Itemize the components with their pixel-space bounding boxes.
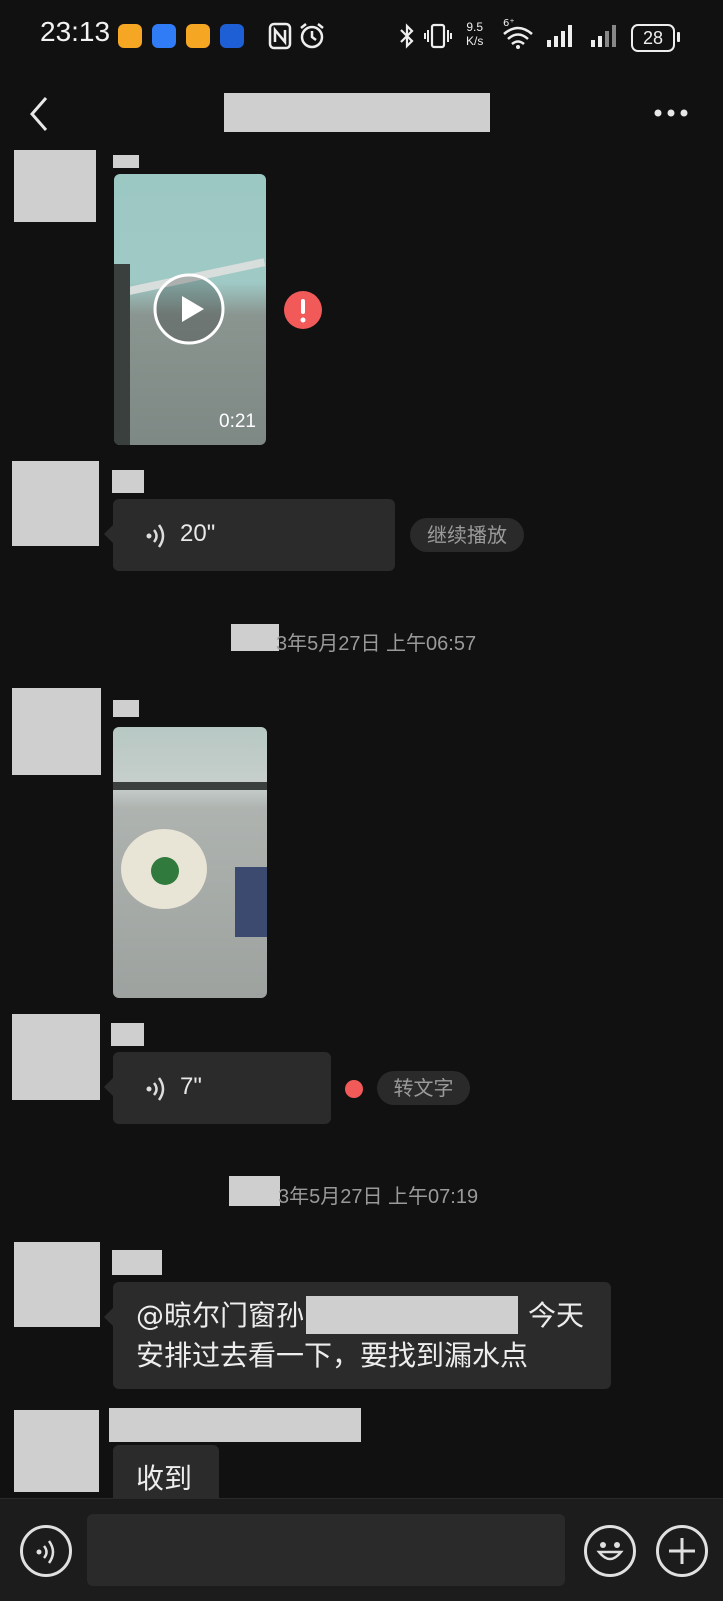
- timestamp: 3年5月27日 上午06:57: [276, 633, 477, 655]
- mention-redacted: [306, 1296, 518, 1334]
- chat-title-redacted: [224, 93, 490, 132]
- message-text-line1-end: 今天: [528, 1299, 585, 1332]
- avatar[interactable]: [14, 1242, 100, 1327]
- voice-wave-icon: [146, 1077, 165, 1101]
- avatar[interactable]: [14, 1410, 99, 1492]
- video-thumbnail-detail: [114, 264, 130, 445]
- sender-name-redacted: [111, 1023, 144, 1046]
- timestamp: 3年5月27日 上午07:19: [278, 1186, 479, 1208]
- network-speed: 9.5 K/s: [466, 20, 483, 48]
- app-notification-icon: [152, 24, 176, 48]
- more-functions-button[interactable]: [656, 1525, 708, 1577]
- bluetooth-icon: [400, 23, 414, 49]
- status-time: 23:13: [40, 16, 111, 47]
- play-icon[interactable]: [152, 272, 226, 346]
- alarm-icon: [300, 23, 324, 49]
- convert-to-text-button[interactable]: 转文字: [377, 1071, 470, 1105]
- emoji-button[interactable]: [584, 1525, 636, 1577]
- vibrate-icon: [424, 23, 452, 49]
- chat-header: [0, 72, 723, 154]
- timestamp-year-redacted: [229, 1176, 280, 1206]
- error-icon[interactable]: [283, 290, 323, 330]
- sender-name-redacted: [112, 470, 144, 493]
- voice-message[interactable]: 7": [104, 1052, 331, 1124]
- voice-mode-button[interactable]: [20, 1525, 72, 1577]
- message-text: 收到: [136, 1462, 193, 1495]
- sender-name-redacted: [113, 155, 139, 168]
- avatar[interactable]: [12, 461, 99, 546]
- sender-name-redacted: [109, 1408, 361, 1442]
- video-message[interactable]: [113, 727, 267, 998]
- plus-icon: [669, 1538, 695, 1564]
- avatar[interactable]: [14, 150, 96, 222]
- sender-name-redacted: [113, 700, 139, 717]
- video-thumbnail-detail: [151, 857, 179, 885]
- back-arrow-icon[interactable]: [26, 94, 52, 134]
- message-text-line1-start: @晾尔门窗孙: [136, 1299, 305, 1332]
- app-notification-icon: [118, 24, 142, 48]
- more-dots-icon[interactable]: [653, 108, 689, 118]
- battery-icon: 28: [631, 24, 675, 52]
- video-thumbnail-detail: [235, 867, 267, 937]
- video-duration: 0:21: [219, 411, 256, 432]
- message-text-line2: 安排过去看一下，要找到漏水点: [136, 1339, 529, 1372]
- voice-duration: 20": [180, 520, 216, 547]
- text-message[interactable]: @晾尔门窗孙 今天 安排过去看一下，要找到漏水点: [104, 1282, 611, 1389]
- signal-icon: [547, 25, 572, 47]
- network-speed-value: 9.5: [466, 20, 484, 34]
- wifi-label: 6⁺: [503, 18, 515, 29]
- battery-tip: [677, 32, 680, 42]
- avatar[interactable]: [12, 688, 101, 775]
- voice-wave-icon: [146, 524, 165, 548]
- unread-dot: [345, 1080, 363, 1098]
- sender-name-redacted: [112, 1250, 162, 1275]
- voice-message[interactable]: 20": [104, 499, 395, 571]
- video-message[interactable]: 0:21: [114, 174, 266, 445]
- avatar[interactable]: [12, 1014, 100, 1100]
- timestamp-year-redacted: [231, 624, 279, 651]
- message-input[interactable]: [87, 1514, 565, 1586]
- network-speed-unit: K/s: [466, 34, 484, 48]
- text-message[interactable]: 收到: [113, 1445, 219, 1500]
- app-notification-icon: [220, 24, 244, 48]
- nfc-icon: [268, 22, 292, 50]
- continue-playing-button[interactable]: 继续播放: [410, 518, 524, 552]
- signal-icon: [591, 25, 616, 47]
- app-notification-icon: [186, 24, 210, 48]
- video-thumbnail-detail: [113, 782, 267, 790]
- voice-duration: 7": [180, 1073, 202, 1100]
- status-bar: 23:13 9.5 K/s 6⁺ 28: [0, 0, 723, 72]
- input-bar: [0, 1498, 723, 1601]
- emoji-icon: [596, 1542, 624, 1561]
- battery-level: 28: [642, 28, 664, 48]
- voice-mode-icon: [36, 1540, 55, 1564]
